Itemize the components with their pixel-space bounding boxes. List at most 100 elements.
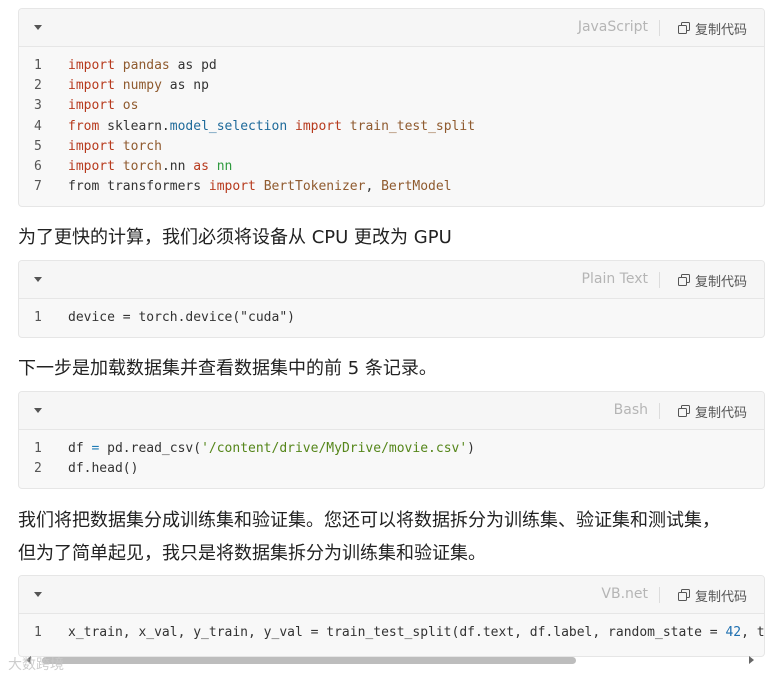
line-number: 1 [34,58,42,73]
language-label: JavaScript [577,19,648,35]
code-token: numpy [122,78,162,94]
code-token: model_selection [169,118,288,134]
code-token: , [365,179,382,195]
code-token: df.head() [68,461,139,477]
copy-icon [677,589,690,601]
language-label: Plain Text [581,271,648,287]
copy-code-button[interactable]: 复制代码 [677,18,747,38]
line-number: 1 [34,441,42,456]
copy-code-button[interactable]: 复制代码 [677,401,747,421]
code-line: 1 device = torch.device("cuda") [19,308,764,328]
code-token: pandas [122,58,170,73]
code-line: 3 import os [19,96,764,116]
code-token: '/content/drive/MyDrive/movie.csv' [201,441,468,456]
chevron-down-icon [34,276,42,282]
code-token: import [68,98,115,114]
code-token: import [68,158,115,174]
code-body: 1 import pandas as pd 2 import numpy as np… [19,47,764,206]
language-label: Bash [613,402,648,418]
copy-icon [677,22,690,34]
code-token: x_train, x_val, y_train, y_val = train_t… [68,625,726,640]
header-divider [659,403,660,419]
code-line: 1 import pandas as pd [19,56,764,76]
code-token: , test_size = 0.2) [741,625,764,640]
watermark-text: 大数跨境 [8,657,64,673]
code-token: torch [122,138,162,154]
paragraph-text: 下一步是加载数据集并查看数据集中的前 5 条记录。 [18,358,437,379]
copy-code-label: 复制代码 [694,405,747,421]
code-body: 1 device = torch.device("cuda") [19,299,764,337]
line-number: 2 [34,78,42,94]
copy-code-button[interactable]: 复制代码 [677,270,747,290]
collapse-toggle[interactable] [33,22,43,32]
chevron-down-icon [34,24,42,30]
code-token: 42 [725,625,742,640]
code-line: 7 from transformers import BertTokenizer,… [19,177,764,197]
copy-code-label: 复制代码 [694,589,747,605]
code-token: as [193,158,209,174]
code-block-header: Plain Text 复制代码 [19,261,764,299]
code-token: from [68,118,100,134]
code-token: as pd [169,58,217,73]
code-token: import [295,118,342,134]
code-line: 2 df.head() [19,459,764,479]
paragraph-text: 我们将把数据集分成训练集和验证集。您还可以将数据拆分为训练集、验证集和测试集， [18,510,720,531]
code-block-1: JavaScript 复制代码 1 import pandas as pd 2 im… [18,8,765,207]
code-token: import [68,58,115,73]
code-token: pd.read_csv( [99,441,202,456]
scroll-right-arrow-icon[interactable] [749,656,754,664]
code-body: 1 x_train, x_val, y_train, y_val = train_… [19,614,764,653]
copy-code-label: 复制代码 [694,274,747,290]
code-line: 4 from sklearn.model_selection import tra… [19,117,764,137]
code-block-header: Bash 复制代码 [19,392,764,430]
line-number: 5 [34,138,42,154]
line-number: 1 [34,310,42,325]
header-divider [659,587,660,603]
code-token: torch [122,158,162,174]
code-token: df [68,441,92,456]
code-token: as np [161,78,209,94]
line-number: 7 [34,179,42,195]
code-line: 2 import numpy as np [19,76,764,96]
code-body: 1 df = pd.read_csv('/content/drive/MyDriv… [19,430,764,488]
code-token: import [68,138,115,154]
code-token: import [68,78,115,94]
code-line: 1 x_train, x_val, y_train, y_val = train_… [19,623,764,643]
collapse-toggle[interactable] [33,405,43,415]
code-token: train_test_split [349,118,476,134]
code-line: 5 import torch [19,137,764,157]
copy-code-button[interactable]: 复制代码 [677,585,747,605]
code-block-header: VB.net 复制代码 [19,576,764,614]
code-token: ) [467,441,475,456]
header-divider [659,20,660,36]
code-token: device = torch.device("cuda") [68,310,295,325]
line-number: 6 [34,158,42,174]
copy-code-label: 复制代码 [694,22,747,38]
code-line: 1 df = pd.read_csv('/content/drive/MyDriv… [19,439,764,459]
code-block-3: Bash 复制代码 1 df = pd.read_csv('/content/dr… [18,391,765,489]
code-line: 6 import torch.nn as nn [19,157,764,177]
horizontal-scrollbar[interactable] [18,655,765,665]
paragraph-text: 但为了简单起见，我只是将数据集拆分为训练集和验证集。 [18,543,486,564]
collapse-toggle[interactable] [33,589,43,599]
line-number: 3 [34,98,42,114]
language-label: VB.net [601,586,648,602]
copy-icon [677,405,690,417]
chevron-down-icon [34,591,42,597]
scrollbar-thumb[interactable] [42,657,576,664]
line-number: 4 [34,118,42,134]
code-token: BertModel [381,179,452,195]
code-block-header: JavaScript 复制代码 [19,9,764,47]
code-block-4: VB.net 复制代码 1 x_train, x_val, y_train, y_… [18,575,765,657]
copy-icon [677,274,690,286]
collapse-toggle[interactable] [33,274,43,284]
code-token: sklearn. [99,118,170,134]
